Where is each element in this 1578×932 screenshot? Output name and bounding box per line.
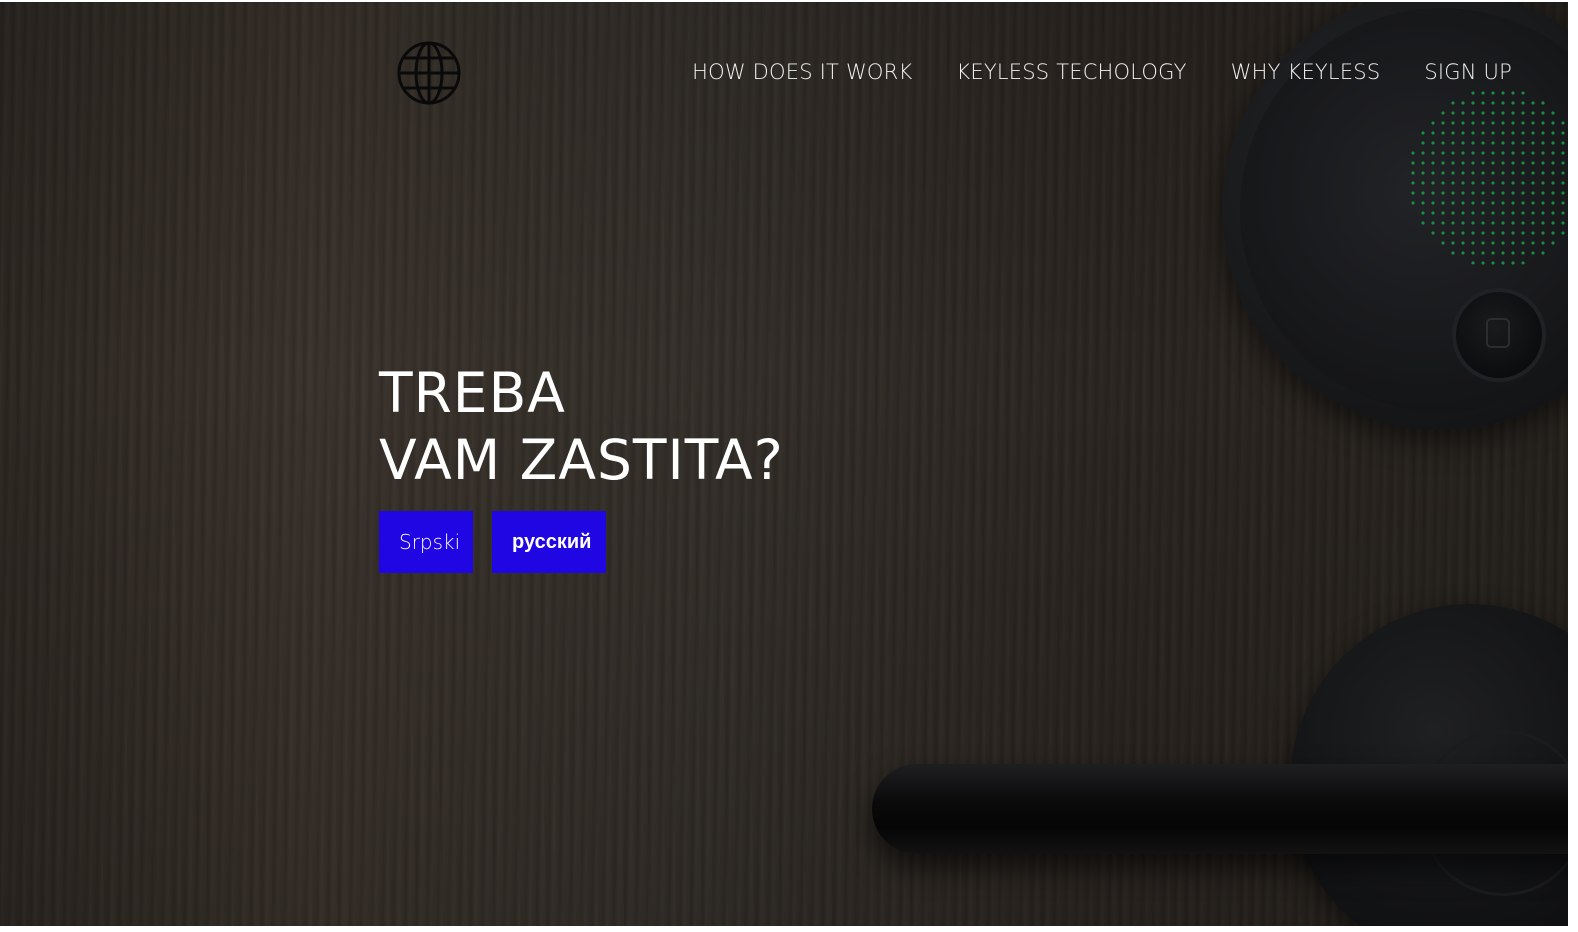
hero-section: HOW DOES IT WORK KEYLESS TECHOLOGY WHY K… <box>0 2 1568 926</box>
main-nav: HOW DOES IT WORK KEYLESS TECHOLOGY WHY K… <box>692 58 1512 86</box>
russian-language-button[interactable]: русский <box>492 511 606 573</box>
serbian-language-button[interactable]: Srpski <box>379 511 473 573</box>
globe-icon[interactable] <box>396 40 462 106</box>
nav-why-keyless[interactable]: WHY KEYLESS <box>1231 58 1381 86</box>
hero-title-line-1: TREBA <box>379 361 566 425</box>
language-buttons: Srpski русский <box>379 511 784 573</box>
lock-button-image <box>1452 288 1546 382</box>
hero-content: TREBA VAM ZASTITA? Srpski русский <box>379 360 784 573</box>
hero-title-line-2: VAM ZASTITA? <box>379 428 784 492</box>
nav-sign-up[interactable]: SIGN UP <box>1424 58 1512 86</box>
hero-title: TREBA VAM ZASTITA? <box>379 360 784 494</box>
door-handle-image <box>872 764 1568 854</box>
nav-how-does-it-work[interactable]: HOW DOES IT WORK <box>692 58 912 86</box>
led-dot-grid <box>1408 88 1568 268</box>
nav-keyless-technology[interactable]: KEYLESS TECHOLOGY <box>956 58 1186 86</box>
